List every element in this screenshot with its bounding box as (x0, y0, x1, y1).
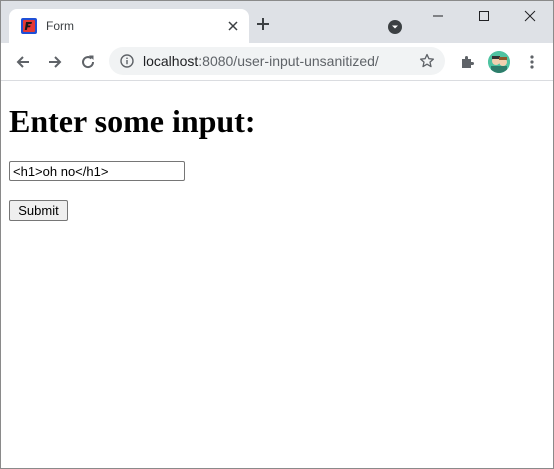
address-url[interactable]: localhost:8080/user-input-unsanitized/ (143, 53, 379, 69)
arrow-left-icon[interactable] (13, 52, 33, 72)
form-app-favicon-icon (21, 18, 37, 34)
close-icon[interactable] (225, 18, 241, 34)
tab-form[interactable]: Form (9, 9, 249, 43)
browser-toolbar: localhost:8080/user-input-unsanitized/ (1, 43, 553, 81)
page-content: Enter some input: Submit (1, 81, 553, 468)
window-close-icon[interactable] (507, 1, 553, 31)
plus-icon[interactable] (255, 16, 271, 32)
reload-icon[interactable] (78, 52, 98, 72)
arrow-right-icon[interactable] (45, 52, 65, 72)
submit-button[interactable]: Submit (9, 200, 68, 221)
puzzle-icon[interactable] (457, 52, 477, 72)
url-host: localhost (143, 53, 199, 69)
star-icon[interactable] (419, 53, 435, 69)
minimize-icon[interactable] (415, 1, 461, 31)
url-path: :8080/user-input-unsanitized/ (198, 53, 379, 69)
tab-title: Form (46, 19, 74, 33)
tab-search-icon[interactable] (387, 19, 403, 35)
avatar[interactable] (488, 51, 510, 73)
maximize-icon[interactable] (461, 1, 507, 31)
browser-window: Form localhost:8080/user-input-unsanitiz… (0, 0, 554, 469)
page-title: Enter some input: (9, 103, 256, 139)
tab-strip: Form (1, 1, 553, 43)
kebab-menu-icon[interactable] (522, 52, 542, 72)
address-bar[interactable]: localhost:8080/user-input-unsanitized/ (109, 47, 445, 75)
info-icon[interactable] (120, 54, 134, 68)
user-input-field[interactable] (9, 161, 185, 181)
